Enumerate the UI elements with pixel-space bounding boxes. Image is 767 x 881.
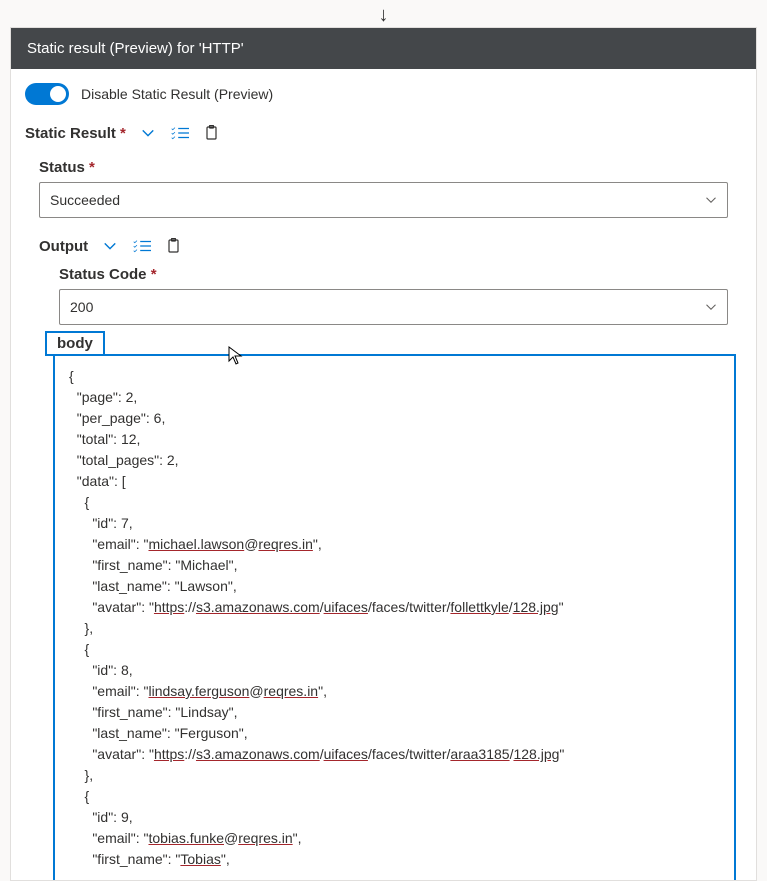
chevron-down-icon[interactable] bbox=[100, 236, 120, 256]
static-result-label-text: Static Result bbox=[25, 125, 116, 142]
status-code-required: * bbox=[151, 266, 157, 283]
output-section-row: Output bbox=[39, 236, 742, 256]
static-result-required: * bbox=[120, 125, 126, 142]
list-icon[interactable] bbox=[132, 236, 152, 256]
status-value: Succeeded bbox=[50, 192, 120, 208]
status-label-text: Status bbox=[39, 159, 85, 176]
toggle-knob bbox=[50, 86, 66, 102]
toggle-label: Disable Static Result (Preview) bbox=[81, 86, 273, 102]
chevron-down-icon bbox=[705, 301, 717, 313]
status-select[interactable]: Succeeded bbox=[39, 182, 728, 218]
panel-body: Disable Static Result (Preview) Static R… bbox=[11, 69, 756, 880]
status-required: * bbox=[89, 159, 95, 176]
paste-icon[interactable] bbox=[164, 236, 184, 256]
status-code-value: 200 bbox=[70, 299, 93, 315]
status-code-label: Status Code * bbox=[59, 266, 742, 283]
output-label: Output bbox=[39, 238, 88, 255]
flow-arrow-icon: ↓ bbox=[379, 4, 389, 27]
body-tab[interactable]: body bbox=[45, 331, 105, 356]
toggle-row: Disable Static Result (Preview) bbox=[25, 83, 742, 105]
static-result-section-row: Static Result * bbox=[25, 123, 742, 143]
disable-static-result-toggle[interactable] bbox=[25, 83, 69, 105]
paste-icon[interactable] bbox=[202, 123, 222, 143]
chevron-down-icon bbox=[705, 194, 717, 206]
static-result-label: Static Result * bbox=[25, 125, 126, 142]
status-code-select[interactable]: 200 bbox=[59, 289, 728, 325]
panel-title: Static result (Preview) for 'HTTP' bbox=[11, 28, 756, 69]
status-code-label-text: Status Code bbox=[59, 266, 147, 283]
chevron-down-icon[interactable] bbox=[138, 123, 158, 143]
list-icon[interactable] bbox=[170, 123, 190, 143]
static-result-panel: Static result (Preview) for 'HTTP' Disab… bbox=[10, 27, 757, 881]
body-editor[interactable]: { "page": 2, "per_page": 6, "total": 12,… bbox=[53, 354, 736, 880]
status-label: Status * bbox=[39, 159, 742, 176]
